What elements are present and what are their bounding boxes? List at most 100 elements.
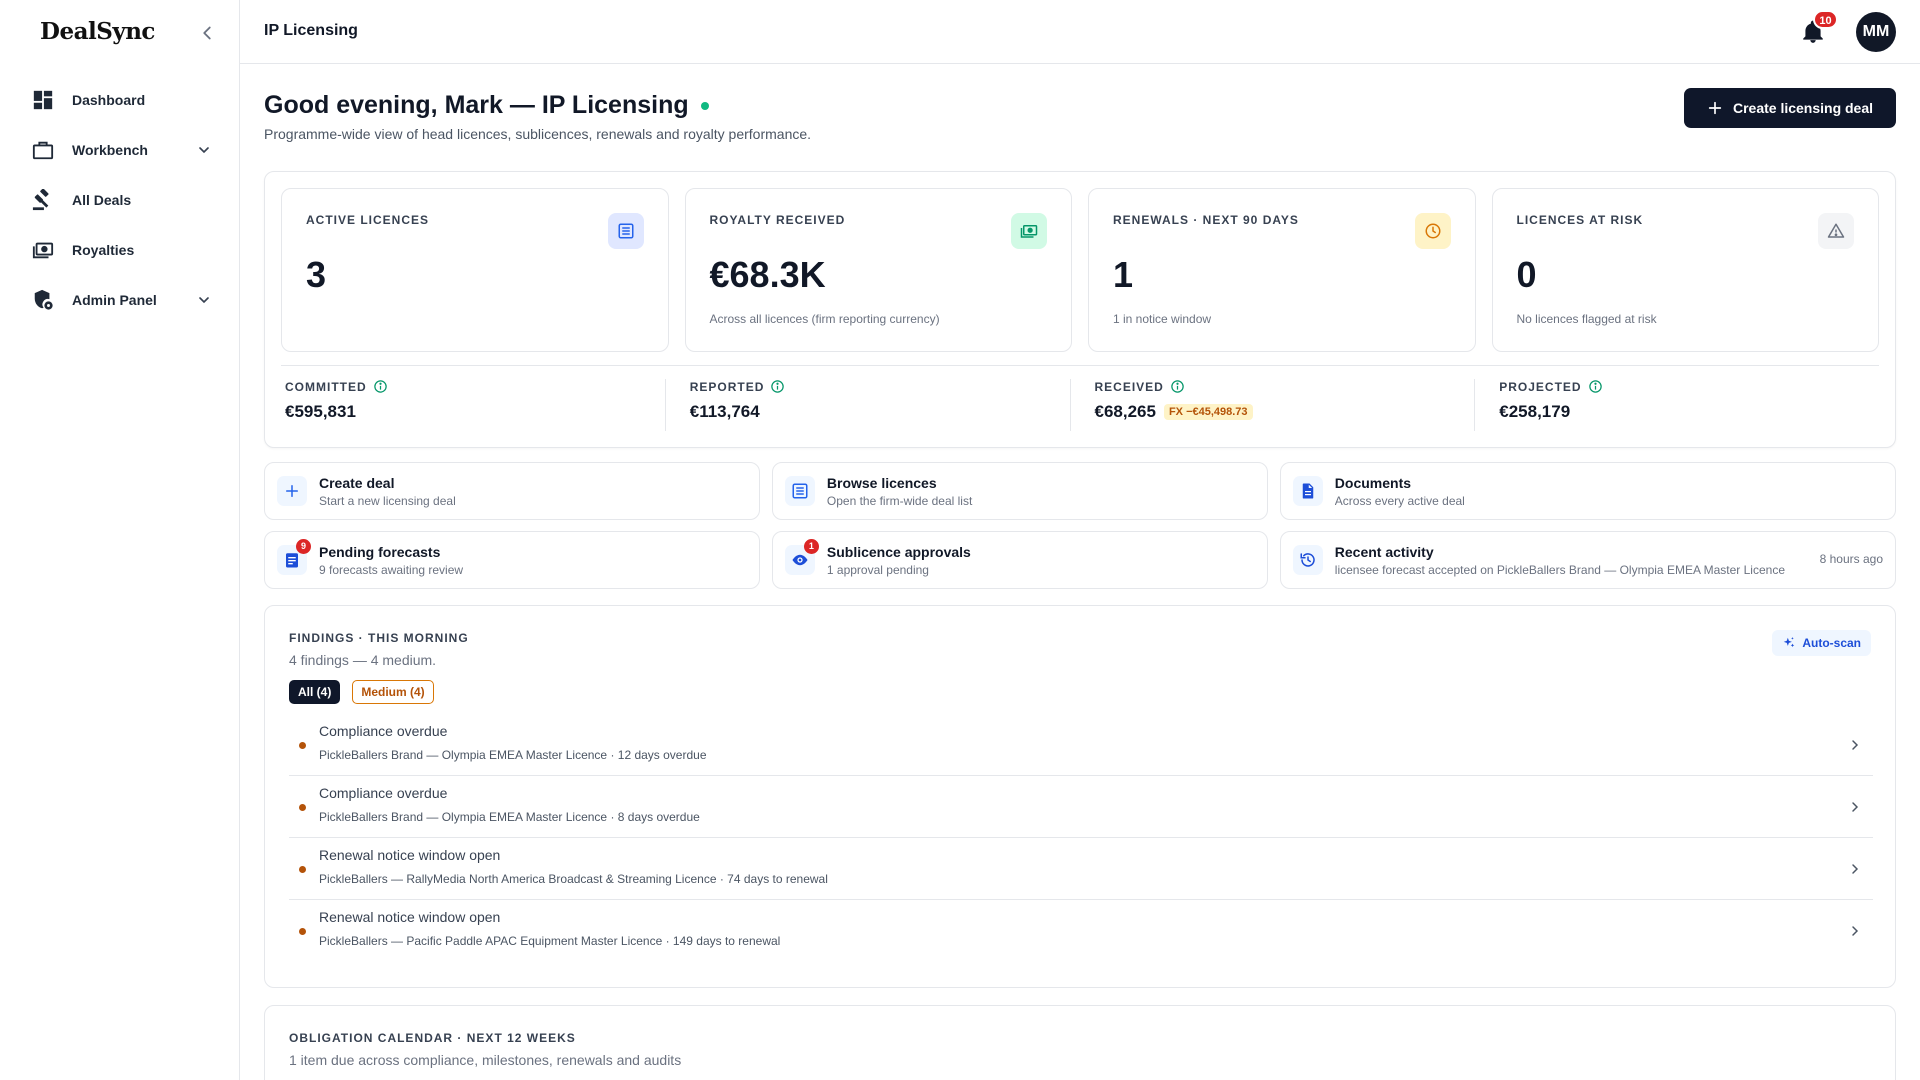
sidebar-item-label: Royalties bbox=[72, 242, 135, 258]
count-badge: 1 bbox=[803, 539, 819, 554]
findings-panel: FINDINGS · THIS MORNING 4 findings — 4 m… bbox=[264, 605, 1896, 988]
avatar[interactable]: MM bbox=[1856, 12, 1896, 52]
kpi-licences-at-risk[interactable]: LICENCES AT RISK 0 No licences flagged a… bbox=[1491, 188, 1879, 352]
tile-title: Sublicence approvals bbox=[826, 543, 971, 560]
finding-title: Compliance overdue bbox=[319, 723, 448, 739]
tile-subtitle: Open the firm-wide deal list bbox=[826, 493, 973, 508]
action-sublicence-approvals[interactable]: 1 Sublicence approvals 1 approval pendin… bbox=[771, 531, 1268, 589]
fin-value-row: €68,265 FX −€45,498.73 bbox=[1095, 402, 1475, 422]
action-recent-activity[interactable]: Recent activity licensee forecast accept… bbox=[1279, 531, 1896, 589]
finding-row[interactable]: Compliance overdue PickleBallers Brand —… bbox=[289, 714, 1873, 776]
plus-icon bbox=[1707, 100, 1723, 116]
sidebar-item-royalties[interactable]: Royalties bbox=[0, 225, 240, 275]
fin-label: REPORTED bbox=[689, 379, 765, 394]
gavel-icon bbox=[32, 189, 54, 211]
forecast-icon: 9 bbox=[277, 539, 311, 575]
action-browse-licences[interactable]: Browse licences Open the firm-wide deal … bbox=[771, 462, 1268, 520]
chevron-down-icon[interactable] bbox=[196, 292, 212, 308]
list-icon bbox=[784, 476, 815, 506]
chevron-right-icon bbox=[1847, 799, 1863, 815]
chevron-down-icon[interactable] bbox=[196, 142, 212, 158]
tile-subtitle: Across every active deal bbox=[1334, 493, 1465, 508]
fx-badge: FX −€45,498.73 bbox=[1163, 404, 1253, 420]
action-pending-forecasts[interactable]: 9 Pending forecasts 9 forecasts awaiting… bbox=[264, 531, 760, 589]
sidebar-item-workbench[interactable]: Workbench bbox=[0, 125, 240, 175]
obligation-calendar-panel: OBLIGATION CALENDAR · NEXT 12 WEEKS 1 it… bbox=[264, 1005, 1896, 1080]
finding-row[interactable]: Renewal notice window open PickleBallers… bbox=[289, 838, 1873, 900]
greeting-text: Good evening, Mark — IP Licensing bbox=[264, 91, 689, 119]
kpi-panel: ACTIVE LICENCES 3 ROYALTY RECEIVED €68.3… bbox=[264, 171, 1896, 448]
plus-icon bbox=[277, 476, 307, 506]
kpi-label: LICENCES AT RISK bbox=[1516, 213, 1644, 227]
count-badge: 9 bbox=[296, 539, 311, 554]
history-icon bbox=[1292, 545, 1323, 575]
fin-committed: COMMITTED €595,831 bbox=[281, 379, 665, 431]
create-licensing-deal-button[interactable]: Create licensing deal bbox=[1684, 88, 1896, 128]
create-button-label: Create licensing deal bbox=[1732, 100, 1874, 116]
kpi-value: 1 bbox=[1113, 254, 1134, 295]
calendar-summary: 1 item due across compliance, milestones… bbox=[289, 1052, 682, 1068]
finding-title: Renewal notice window open bbox=[319, 847, 501, 863]
info-icon[interactable] bbox=[1588, 379, 1603, 394]
fin-reported: REPORTED €113,764 bbox=[664, 379, 1070, 431]
cash-icon bbox=[1011, 213, 1047, 249]
kpi-subtext: 1 in notice window bbox=[1113, 312, 1212, 326]
sidebar-item-all-deals[interactable]: All Deals bbox=[0, 175, 240, 225]
page-title: IP Licensing bbox=[264, 22, 358, 39]
money-icon bbox=[32, 239, 54, 261]
filter-medium-chip[interactable]: Medium (4) bbox=[352, 680, 434, 704]
auto-scan-button[interactable]: Auto-scan bbox=[1772, 630, 1871, 656]
list-icon bbox=[607, 213, 644, 249]
severity-dot bbox=[299, 928, 306, 935]
severity-dot bbox=[299, 804, 306, 811]
info-icon[interactable] bbox=[770, 379, 785, 394]
kpi-subtext: No licences flagged at risk bbox=[1516, 312, 1657, 326]
kpi-renewals[interactable]: RENEWALS · NEXT 90 DAYS 1 1 in notice wi… bbox=[1088, 188, 1476, 352]
filter-all-chip[interactable]: All (4) bbox=[289, 680, 341, 704]
warning-icon bbox=[1818, 213, 1854, 249]
dashboard-icon bbox=[32, 89, 54, 111]
tile-subtitle: 9 forecasts awaiting review bbox=[319, 562, 464, 577]
briefcase-icon bbox=[32, 139, 54, 161]
chevron-right-icon bbox=[1847, 923, 1863, 939]
divider bbox=[281, 365, 1879, 366]
chevron-right-icon bbox=[1847, 737, 1863, 753]
finding-row[interactable]: Renewal notice window open PickleBallers… bbox=[289, 900, 1873, 962]
sidebar-item-dashboard[interactable]: Dashboard bbox=[0, 75, 240, 125]
finding-row[interactable]: Compliance overdue PickleBallers Brand —… bbox=[289, 776, 1873, 838]
collapse-sidebar-icon[interactable] bbox=[196, 22, 218, 44]
severity-dot bbox=[299, 742, 306, 749]
findings-list: Compliance overdue PickleBallers Brand —… bbox=[289, 714, 1873, 962]
info-icon[interactable] bbox=[373, 379, 388, 394]
sidebar-item-admin-panel[interactable]: Admin Panel bbox=[0, 275, 240, 325]
tile-title: Documents bbox=[1334, 474, 1412, 491]
greeting-heading: Good evening, Mark — IP Licensing bbox=[264, 91, 709, 120]
fin-label: RECEIVED bbox=[1094, 379, 1164, 394]
sidebar-nav: Dashboard Workbench All Deals Royalties bbox=[0, 75, 240, 325]
fin-label: PROJECTED bbox=[1499, 379, 1582, 394]
brand-logo[interactable]: DealSync bbox=[40, 18, 155, 45]
action-create-deal[interactable]: Create deal Start a new licensing deal bbox=[264, 462, 760, 520]
kpi-active-licences[interactable]: ACTIVE LICENCES 3 bbox=[281, 188, 669, 352]
action-documents[interactable]: Documents Across every active deal bbox=[1279, 462, 1896, 520]
fin-value: €113,764 bbox=[689, 402, 760, 421]
finding-detail: PickleBallers — Pacific Paddle APAC Equi… bbox=[319, 934, 781, 948]
severity-filters: All (4) Medium (4) bbox=[289, 680, 434, 704]
sparkle-icon bbox=[1782, 636, 1802, 650]
document-icon bbox=[1292, 476, 1323, 506]
fin-projected: PROJECTED €258,179 bbox=[1474, 379, 1879, 431]
financial-summary: COMMITTED €595,831 REPORTED €113,764 REC… bbox=[281, 379, 1879, 431]
kpi-label: ACTIVE LICENCES bbox=[306, 213, 430, 227]
sidebar-item-label: Dashboard bbox=[72, 92, 146, 108]
timestamp: 8 hours ago bbox=[1819, 552, 1883, 566]
tile-title: Recent activity bbox=[1334, 543, 1434, 560]
auto-scan-label: Auto-scan bbox=[1802, 636, 1861, 650]
finding-title: Renewal notice window open bbox=[319, 909, 501, 925]
quick-actions: Create deal Start a new licensing deal B… bbox=[264, 462, 1896, 589]
finding-title: Compliance overdue bbox=[319, 785, 448, 801]
kpi-label: RENEWALS · NEXT 90 DAYS bbox=[1113, 213, 1299, 227]
admin-shield-icon bbox=[32, 289, 54, 311]
info-icon[interactable] bbox=[1170, 379, 1185, 394]
kpi-royalty-received[interactable]: ROYALTY RECEIVED €68.3K Across all licen… bbox=[684, 188, 1072, 352]
sidebar-item-label: Admin Panel bbox=[72, 292, 157, 308]
